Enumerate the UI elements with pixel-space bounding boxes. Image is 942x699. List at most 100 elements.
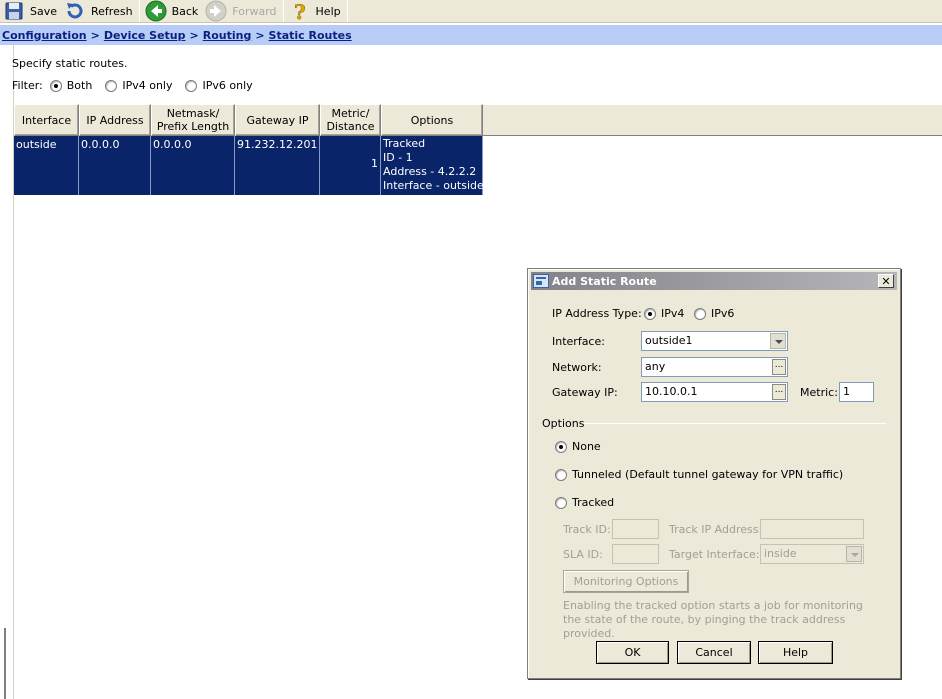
column-header-ip-address[interactable]: IP Address <box>79 104 151 136</box>
sla-id-input[interactable] <box>612 544 659 564</box>
forward-label: Forward <box>232 4 277 18</box>
toolbar-divider <box>282 0 284 22</box>
gateway-ip-label: Gateway IP: <box>552 386 618 399</box>
option-tunneled-label: Tunneled (Default tunnel gateway for VPN… <box>572 468 844 481</box>
radio-button[interactable] <box>555 496 567 509</box>
network-value: any <box>645 360 666 373</box>
forward-button[interactable]: Forward <box>202 0 280 22</box>
gateway-ip-input[interactable]: 10.10.0.1 ... <box>641 382 788 402</box>
target-interface-value: inside <box>764 547 797 560</box>
filter-both-label: Both <box>66 79 93 92</box>
column-header-interface[interactable]: Interface <box>14 104 79 136</box>
breadcrumb-routing[interactable]: Routing <box>203 29 252 42</box>
radio-button[interactable] <box>555 440 567 453</box>
network-label: Network: <box>552 361 602 374</box>
ip-type-ipv6-radio[interactable]: IPv6 <box>694 307 734 320</box>
back-button[interactable]: Back <box>142 0 203 22</box>
breadcrumb-static-routes[interactable]: Static Routes <box>269 29 352 42</box>
toolbar-divider <box>138 0 140 22</box>
breadcrumb-separator: > <box>255 28 265 42</box>
radio-button[interactable] <box>694 307 706 320</box>
option-tracked-radio[interactable]: Tracked <box>555 496 614 509</box>
cell-ip-address: 0.0.0.0 <box>79 136 151 195</box>
radio-button[interactable] <box>49 79 62 92</box>
column-header-netmask[interactable]: Netmask/ Prefix Length <box>151 104 235 136</box>
back-label: Back <box>171 4 199 18</box>
toolbar: Save Refresh Back Forward ? Help <box>0 0 942 24</box>
option-tunneled-radio[interactable]: Tunneled (Default tunnel gateway for VPN… <box>555 468 843 481</box>
filter-label: Filter: <box>12 79 43 92</box>
option-none-radio[interactable]: None <box>555 440 601 453</box>
ip-type-ipv4-radio[interactable]: IPv4 <box>644 307 684 320</box>
chevron-down-icon[interactable] <box>770 333 786 349</box>
ipv4-label: IPv4 <box>661 307 685 320</box>
filter-bar: Filter: Both IPv4 only IPv6 only <box>12 79 266 92</box>
breadcrumb-separator: > <box>189 28 199 42</box>
filter-ipv6-radio[interactable]: IPv6 only <box>185 79 253 92</box>
filter-ipv4-radio[interactable]: IPv4 only <box>105 79 172 92</box>
options-group-divider <box>584 423 886 424</box>
close-button[interactable]: ✕ <box>878 274 894 288</box>
breadcrumb-device-setup[interactable]: Device Setup <box>104 29 186 42</box>
help-dialog-button[interactable]: Help <box>758 641 833 664</box>
ok-button[interactable]: OK <box>596 641 669 664</box>
cell-options: Tracked ID - 1 Address - 4.2.2.2 Interfa… <box>381 136 484 195</box>
filter-both-radio[interactable]: Both <box>49 79 93 92</box>
track-ip-address-input[interactable] <box>760 519 864 539</box>
monitoring-options-button[interactable]: Monitoring Options <box>563 570 689 593</box>
breadcrumb: Configuration > Device Setup > Routing >… <box>0 25 942 45</box>
floppy-disk-icon <box>3 0 25 22</box>
cell-netmask: 0.0.0.0 <box>151 136 235 195</box>
column-header-gateway-ip[interactable]: Gateway IP <box>235 104 320 136</box>
sla-id-label: SLA ID: <box>563 548 603 561</box>
target-interface-select[interactable]: inside <box>760 544 864 564</box>
save-button[interactable]: Save <box>0 0 61 22</box>
forward-arrow-icon <box>205 0 227 22</box>
cancel-button[interactable]: Cancel <box>677 641 751 664</box>
metric-value: 1 <box>843 385 850 398</box>
metric-input[interactable]: 1 <box>839 382 874 402</box>
option-line: ID - 1 <box>383 151 413 164</box>
dialog-title-bar[interactable]: Add Static Route ✕ <box>531 272 897 290</box>
refresh-button[interactable]: Refresh <box>61 0 137 22</box>
column-header-filler <box>483 104 942 136</box>
cell-gateway-ip: 91.232.12.201 <box>235 136 320 195</box>
radio-button[interactable] <box>644 307 656 320</box>
column-header-metric[interactable]: Metric/ Distance <box>320 104 381 136</box>
option-none-label: None <box>572 440 601 453</box>
cell-interface: outside <box>14 136 79 195</box>
help-button[interactable]: ? Help <box>286 0 345 24</box>
filter-ipv4-label: IPv4 only <box>122 79 173 92</box>
refresh-icon <box>64 0 86 22</box>
interface-value: outside1 <box>645 334 693 347</box>
save-label: Save <box>30 4 58 18</box>
track-id-input[interactable] <box>612 519 659 539</box>
interface-label: Interface: <box>552 335 605 348</box>
ipv6-label: IPv6 <box>711 307 735 320</box>
filter-ipv6-label: IPv6 only <box>202 79 253 92</box>
svg-text:?: ? <box>294 0 306 22</box>
network-browse-button[interactable]: ... <box>772 359 786 375</box>
breadcrumb-separator: > <box>90 28 100 42</box>
track-id-label: Track ID: <box>563 523 611 536</box>
interface-select[interactable]: outside1 <box>641 331 788 351</box>
radio-button[interactable] <box>185 79 198 92</box>
back-arrow-icon <box>145 0 167 22</box>
splitter[interactable] <box>4 628 6 699</box>
column-header-options[interactable]: Options <box>381 104 483 136</box>
option-tracked-label: Tracked <box>572 496 615 509</box>
gateway-browse-button[interactable]: ... <box>772 384 786 400</box>
gateway-ip-value: 10.10.0.1 <box>645 385 698 398</box>
close-icon: ✕ <box>881 274 891 288</box>
network-input[interactable]: any ... <box>641 357 788 377</box>
tracked-option-help-text: Enabling the tracked option starts a job… <box>563 599 863 640</box>
breadcrumb-configuration[interactable]: Configuration <box>2 29 87 42</box>
table-row[interactable]: outside 0.0.0.0 0.0.0.0 91.232.12.201 1 … <box>14 136 484 195</box>
radio-button[interactable] <box>105 79 118 92</box>
radio-button[interactable] <box>555 468 567 481</box>
chevron-down-icon[interactable] <box>846 546 862 562</box>
metric-label: Metric: <box>800 386 838 399</box>
option-line: Tracked <box>383 137 426 150</box>
target-interface-label: Target Interface: <box>669 548 760 561</box>
options-group-label: Options <box>542 417 585 430</box>
